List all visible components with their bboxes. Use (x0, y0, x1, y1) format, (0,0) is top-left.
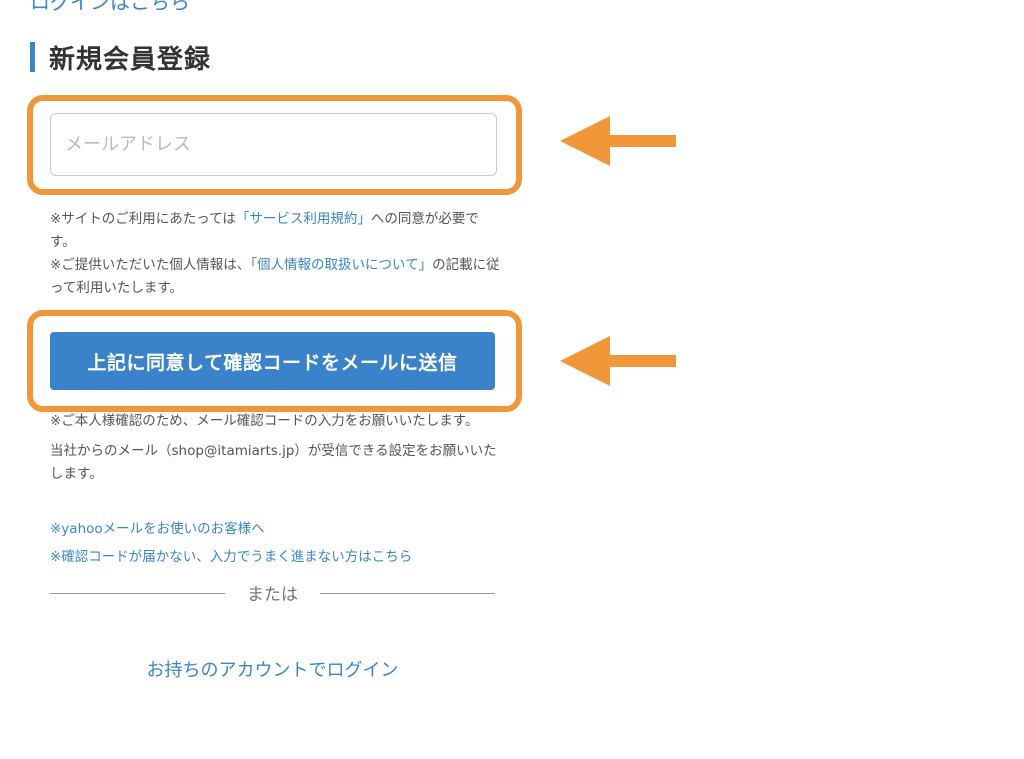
arrow-left-icon (560, 336, 676, 386)
top-login-link[interactable]: ログインはこちら (30, 0, 190, 15)
yahoo-mail-link[interactable]: ※yahooメールをお使いのお客様へ (50, 517, 265, 537)
title-accent-bar (30, 42, 35, 72)
or-divider: または (50, 580, 495, 606)
consent-notes: ※サイトのご利用にあたっては「サービス利用規約」への同意が必要です。 ※ご提供い… (50, 208, 500, 300)
identity-note: ※ご本人様確認のため、メール確認コードの入力をお願いいたします。 (50, 413, 479, 429)
account-login-link[interactable]: お持ちのアカウントでログイン (50, 656, 495, 682)
page-title: 新規会員登録 (49, 44, 212, 75)
privacy-note: ※ご提供いただいた個人情報は、「個人情報の取扱いについて」の記載に従って利用いた… (50, 254, 500, 300)
send-code-button[interactable]: 上記に同意して確認コードをメールに送信 (50, 332, 495, 390)
terms-note: ※サイトのご利用にあたっては「サービス利用規約」への同意が必要です。 (50, 208, 500, 254)
section-title: 新規会員登録 (30, 42, 211, 75)
privacy-link[interactable]: 「個人情報の取扱いについて」 (250, 257, 432, 273)
code-help-link[interactable]: ※確認コードが届かない、入力でうまく進まない方はこちら (50, 545, 412, 565)
mail-setting-note: 当社からのメール（shop@itamiarts.jp）が受信できる設定をお願いい… (50, 443, 497, 482)
confirm-notes: ※ご本人様確認のため、メール確認コードの入力をお願いいたします。 当社からのメー… (50, 410, 500, 486)
terms-link[interactable]: 「サービス利用規約」 (236, 211, 371, 227)
divider-line-right (320, 593, 495, 594)
privacy-note-prefix: ※ご提供いただいた個人情報は、 (50, 257, 251, 273)
email-input[interactable] (50, 113, 497, 176)
terms-note-prefix: ※サイトのご利用にあたっては (50, 211, 236, 227)
arrow-left-icon (560, 116, 676, 166)
